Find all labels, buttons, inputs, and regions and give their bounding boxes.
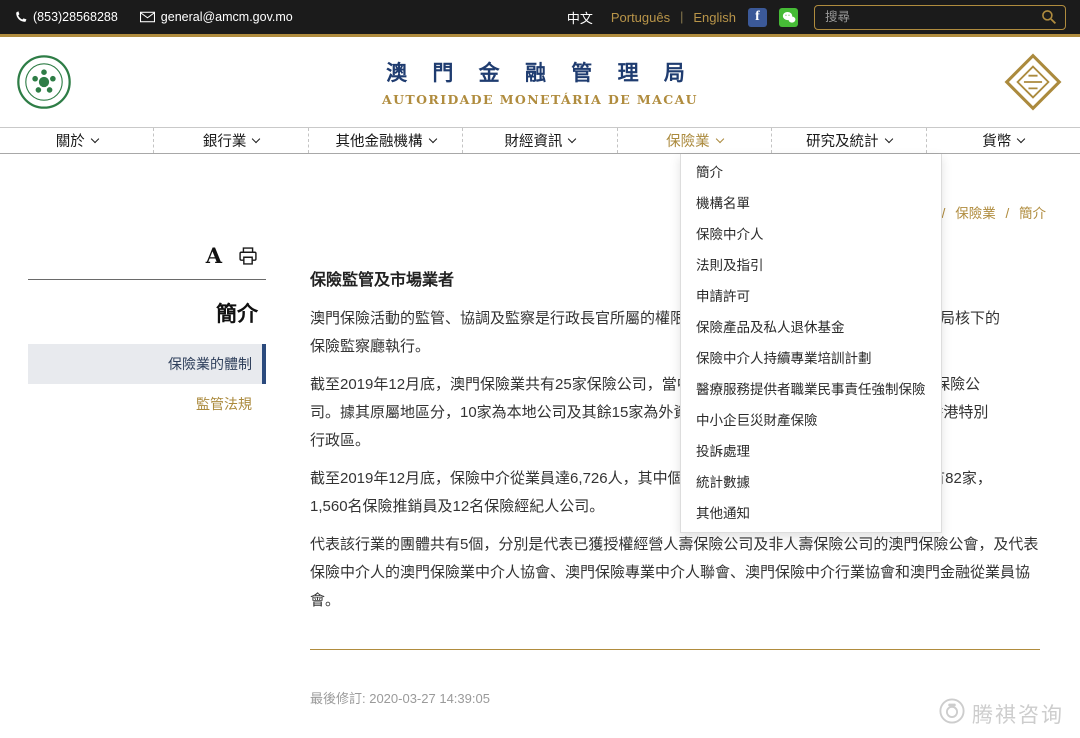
site-header: 澳 門 金 融 管 理 局 AUTORIDADE MONETÁRIA DE MA… — [0, 37, 1080, 127]
amcm-diamond-logo — [1004, 53, 1062, 111]
nav-item[interactable]: 保險業 — [618, 128, 772, 153]
dropdown-menu-item[interactable]: 醫療服務提供者職業民事責任強制保險 — [681, 374, 941, 405]
page-tools: A — [28, 240, 266, 266]
nav-item[interactable]: 研究及統計 — [772, 128, 926, 153]
nav-item-label: 其他金融機構 — [336, 130, 423, 151]
phone-contact: (853)28568288 — [14, 10, 118, 24]
topbar-right: 中文 Português | English f — [549, 5, 1066, 30]
site-title: 澳 門 金 融 管 理 局 AUTORIDADE MONETÁRIA DE MA… — [260, 57, 820, 107]
dropdown-menu-item[interactable]: 保險中介人持續專業培訓計劃 — [681, 343, 941, 374]
print-button[interactable] — [238, 246, 258, 266]
sidebar-divider — [28, 279, 266, 280]
chevron-down-icon — [252, 135, 260, 143]
nav-item[interactable]: 關於 — [0, 128, 154, 153]
nav-item[interactable]: 銀行業 — [154, 128, 308, 153]
sidebar-item[interactable]: 監管法規 — [28, 384, 266, 424]
breadcrumb-separator: / — [1005, 206, 1009, 221]
nav-item-label: 研究及統計 — [806, 130, 879, 151]
lang-pt[interactable]: Português — [611, 10, 670, 25]
breadcrumb-link[interactable]: 簡介 — [1019, 206, 1046, 221]
chevron-down-icon — [568, 135, 576, 143]
breadcrumb-item: 保險業 / — [955, 206, 1019, 221]
insurance-dropdown-menu: 簡介 機構名單 保險中介人 法則及指引 申請許可 保險產品及私人退休基金 保險中… — [680, 154, 942, 533]
nav-item[interactable]: 貨幣 — [927, 128, 1080, 153]
chevron-down-icon — [428, 135, 436, 143]
nav-item-label: 銀行業 — [203, 130, 247, 151]
dropdown-menu-item[interactable]: 投訴處理 — [681, 436, 941, 467]
email-contact[interactable]: general@amcm.gov.mo — [140, 10, 293, 24]
dropdown-menu-item[interactable]: 統計數據 — [681, 467, 941, 498]
wechat-icon[interactable] — [779, 8, 798, 27]
nav-item-label: 關於 — [56, 130, 85, 151]
content-region: 首頁 / 保險業 / 簡介 / A — [0, 154, 1080, 738]
search-box — [814, 5, 1066, 30]
dropdown-menu-item[interactable]: 保險產品及私人退休基金 — [681, 312, 941, 343]
main-nav: 關於 銀行業 其他金融機構 財經資訊 保險業 研究及統計 貨幣 — [0, 127, 1080, 154]
phone-icon — [14, 11, 27, 24]
watermark: 腾祺咨询 — [939, 698, 1064, 730]
breadcrumb-item: 簡介 / — [1019, 206, 1046, 221]
lang-zh[interactable]: 中文 — [567, 8, 593, 27]
nav-item-label: 財經資訊 — [504, 130, 562, 151]
dropdown-menu-item[interactable]: 法則及指引 — [681, 250, 941, 281]
sidebar-item-label: 監管法規 — [196, 396, 252, 412]
dropdown-menu-item[interactable]: 中小企巨災財產保險 — [681, 405, 941, 436]
mail-icon — [140, 11, 155, 23]
email-address: general@amcm.gov.mo — [161, 10, 293, 24]
breadcrumb-link[interactable]: 保險業 — [955, 206, 996, 221]
chevron-down-icon — [90, 135, 98, 143]
breadcrumb-separator: / — [942, 206, 946, 221]
nav-item[interactable]: 財經資訊 — [463, 128, 617, 153]
site-title-pt: AUTORIDADE MONETÁRIA DE MACAU — [260, 92, 820, 107]
font-size-button[interactable]: A — [206, 245, 222, 266]
site-title-zh: 澳 門 金 融 管 理 局 — [260, 57, 820, 87]
topbar: (853)28568288 general@amcm.gov.mo 中文 Por… — [0, 0, 1080, 34]
sidebar: A 簡介 保險業的體制 監管法規 — [0, 154, 266, 738]
macau-government-seal-logo[interactable] — [16, 54, 72, 110]
sidebar-menu: 保險業的體制 監管法規 — [28, 344, 266, 424]
paragraph: 代表該行業的團體共有5個，分別是代表已獲授權經營人壽保險公司及非人壽保險公司的澳… — [310, 531, 1040, 615]
chevron-down-icon — [884, 135, 892, 143]
sidebar-heading: 簡介 — [28, 298, 266, 328]
watermark-camera-icon — [939, 698, 965, 730]
nav-item-label: 貨幣 — [982, 130, 1011, 151]
dropdown-menu-item[interactable]: 簡介 — [681, 157, 941, 188]
nav-item-label: 保險業 — [666, 130, 710, 151]
watermark-text: 腾祺咨询 — [972, 699, 1064, 729]
main-content: 保險監管及市場業者 澳門保險活動的監管、協調及監察是行政長官所屬的權限，行政長官… — [266, 154, 1080, 738]
search-input[interactable] — [825, 10, 1041, 24]
dropdown-menu-item[interactable]: 保險中介人 — [681, 219, 941, 250]
sidebar-item[interactable]: 保險業的體制 — [28, 344, 266, 384]
content-divider — [310, 649, 1040, 650]
phone-number: (853)28568288 — [33, 10, 118, 24]
facebook-icon[interactable]: f — [748, 8, 767, 27]
dropdown-menu-item[interactable]: 機構名單 — [681, 188, 941, 219]
dropdown-menu-item[interactable]: 申請許可 — [681, 281, 941, 312]
search-icon[interactable] — [1041, 9, 1057, 25]
chevron-down-icon — [1017, 135, 1025, 143]
facebook-letter: f — [755, 9, 760, 25]
lang-separator: | — [680, 10, 683, 24]
chevron-down-icon — [715, 135, 723, 143]
sidebar-item-label: 保險業的體制 — [168, 356, 252, 372]
last-modified: 最後修訂: 2020-03-27 14:39:05 — [310, 688, 1040, 707]
dropdown-menu-item[interactable]: 其他通知 — [681, 498, 941, 529]
lang-en[interactable]: English — [693, 10, 736, 25]
nav-item[interactable]: 其他金融機構 — [309, 128, 463, 153]
